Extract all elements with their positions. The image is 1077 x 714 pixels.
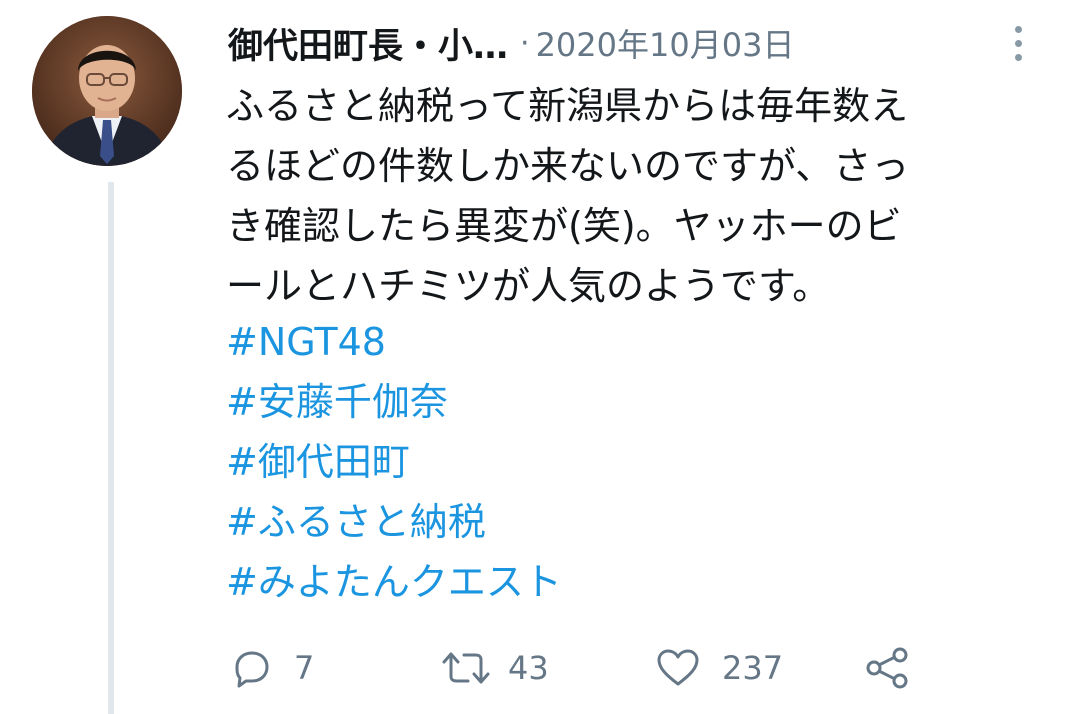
hashtag-link[interactable]: #みよたんクエスト xyxy=(226,552,562,612)
heart-icon xyxy=(656,648,700,688)
timestamp[interactable]: 2020年10月03日 xyxy=(536,20,795,66)
share-icon xyxy=(864,646,910,690)
reply-count: 7 xyxy=(294,649,315,687)
action-bar: 7 43 237 xyxy=(0,640,1077,696)
hashtag-link[interactable]: #御代田町 xyxy=(226,432,562,492)
avatar[interactable] xyxy=(32,16,182,166)
hashtag-link[interactable]: #ふるさと納税 xyxy=(226,492,562,552)
more-dot xyxy=(1014,25,1022,33)
author-name[interactable]: 御代田町長・小… xyxy=(228,18,508,69)
share-button[interactable] xyxy=(864,640,910,696)
more-options-icon[interactable] xyxy=(1006,18,1030,68)
separator-dot: · xyxy=(520,25,530,61)
reply-icon xyxy=(232,648,272,688)
thread-line xyxy=(108,182,114,714)
tweet-header: 御代田町長・小… · 2020年10月03日 xyxy=(228,14,1028,72)
tweet-text-line: ールとハチミツが人気のようです。 xyxy=(226,264,831,308)
more-dot xyxy=(1014,53,1022,61)
retweet-button[interactable]: 43 xyxy=(440,640,549,696)
hashtag-link[interactable]: #NGT48 xyxy=(226,312,562,372)
tweet-text-line: ふるさと納税って新潟県からは毎年数え xyxy=(226,84,909,128)
tweet-text-line: き確認したら異変が(笑)。ヤッホーのビ xyxy=(226,204,902,248)
retweet-icon xyxy=(440,648,492,688)
tweet-text: ふるさと納税って新潟県からは毎年数え るほどの件数しか来ないのですが、さっ き確… xyxy=(226,76,1046,316)
tweet: 御代田町長・小… · 2020年10月03日 ふるさと納税って新潟県からは毎年数… xyxy=(0,0,1077,714)
retweet-count: 43 xyxy=(508,649,549,687)
hashtag-list: #NGT48 #安藤千伽奈 #御代田町 #ふるさと納税 #みよたんクエスト xyxy=(226,312,562,612)
more-dot xyxy=(1014,39,1022,47)
like-button[interactable]: 237 xyxy=(656,640,783,696)
hashtag-link[interactable]: #安藤千伽奈 xyxy=(226,372,562,432)
reply-button[interactable]: 7 xyxy=(232,640,314,696)
tweet-text-line: るほどの件数しか来ないのですが、さっ xyxy=(226,144,910,188)
like-count: 237 xyxy=(722,649,784,687)
